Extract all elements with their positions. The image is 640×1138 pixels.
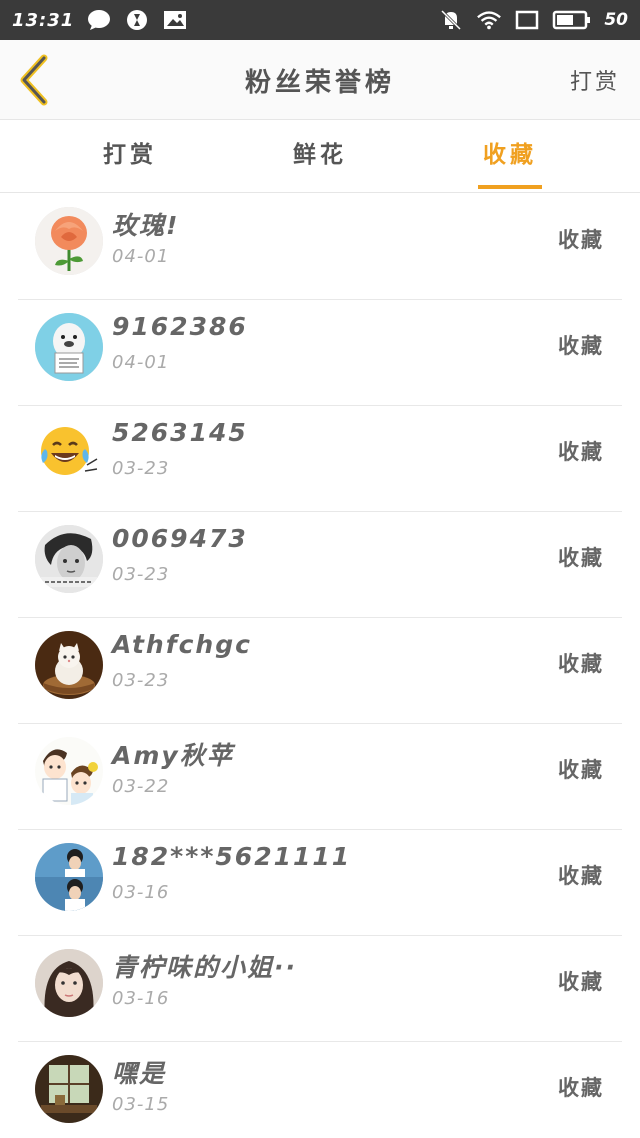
window-icon <box>514 8 540 32</box>
status-bar-right: 50 <box>438 8 628 32</box>
favorite-date: 03-23 <box>112 458 170 479</box>
favorite-date: 03-22 <box>112 776 170 797</box>
avatar[interactable] <box>35 1055 103 1123</box>
status-bar: 13:31 50 <box>0 0 640 40</box>
tab-reward[interactable]: 打赏 <box>75 121 185 193</box>
favorite-date: 03-16 <box>112 882 170 903</box>
page-title: 粉丝荣誉榜 <box>244 68 395 98</box>
header-bar: 粉丝荣誉榜 打赏 <box>0 40 640 120</box>
status-time: 13:31 <box>12 9 75 31</box>
favorite-date: 03-16 <box>112 988 170 1009</box>
tab-favorites[interactable]: 收藏 <box>455 121 565 193</box>
girl-avatar-icon <box>35 949 103 1017</box>
kitten-avatar-icon <box>35 631 103 699</box>
user-name: 5263145 <box>112 418 248 447</box>
list-item[interactable]: 5263145 03-23 收藏 <box>18 406 622 512</box>
camera-shutter-icon <box>124 8 150 32</box>
user-name: 0069473 <box>112 524 248 553</box>
tab-underline <box>478 185 542 189</box>
person-bw-avatar-icon <box>35 525 103 593</box>
list-item[interactable]: 嘿是 03-15 收藏 <box>18 1042 622 1138</box>
avatar[interactable] <box>35 313 103 381</box>
status-bar-left: 13:31 <box>12 8 188 32</box>
user-name: 9162386 <box>112 312 248 341</box>
list-item[interactable]: Amy秋苹 03-22 收藏 <box>18 724 622 830</box>
wifi-icon <box>476 8 502 32</box>
favorite-label: 收藏 <box>558 864 604 888</box>
favorite-label: 收藏 <box>558 334 604 358</box>
favorite-date: 03-23 <box>112 564 170 585</box>
tab-label: 鲜花 <box>293 142 347 168</box>
cartoon-couple-avatar-icon <box>35 737 103 805</box>
rose-avatar-icon <box>35 207 103 275</box>
favorite-label: 收藏 <box>558 758 604 782</box>
avatar[interactable] <box>35 419 103 487</box>
window-scene-avatar-icon <box>35 1055 103 1123</box>
favorite-date: 04-01 <box>112 352 170 373</box>
user-name: 青柠味的小姐·· <box>112 953 297 982</box>
list-item[interactable]: Athfchgc 03-23 收藏 <box>18 618 622 724</box>
user-name: 182***5621111 <box>112 842 352 871</box>
battery-level: 50 <box>604 10 628 30</box>
avatar[interactable] <box>35 737 103 805</box>
list-item[interactable]: 青柠味的小姐·· 03-16 收藏 <box>18 936 622 1042</box>
header-reward-button[interactable]: 打赏 <box>570 64 620 96</box>
favorite-date: 03-23 <box>112 670 170 691</box>
avatar[interactable] <box>35 949 103 1017</box>
favorite-label: 收藏 <box>558 440 604 464</box>
laughing-emoji-avatar-icon <box>35 419 103 487</box>
favorite-label: 收藏 <box>558 652 604 676</box>
mute-bell-icon <box>438 8 464 32</box>
user-name: 玫瑰! <box>112 211 180 240</box>
list-item[interactable]: 182***5621111 03-16 收藏 <box>18 830 622 936</box>
list-item[interactable]: 0069473 03-23 收藏 <box>18 512 622 618</box>
favorite-date: 03-15 <box>112 1094 170 1115</box>
image-notification-icon <box>162 8 188 32</box>
chat-bubble-icon <box>86 8 112 32</box>
avatar[interactable] <box>35 525 103 593</box>
favorite-label: 收藏 <box>558 1076 604 1100</box>
seal-avatar-icon <box>35 313 103 381</box>
avatar[interactable] <box>35 843 103 911</box>
tab-label: 收藏 <box>483 142 537 168</box>
battery-icon <box>552 8 592 32</box>
tab-flowers[interactable]: 鲜花 <box>265 121 375 193</box>
user-name: 嘿是 <box>112 1059 167 1088</box>
two-boys-avatar-icon <box>35 843 103 911</box>
list-item[interactable]: 9162386 04-01 收藏 <box>18 300 622 406</box>
user-name: Amy秋苹 <box>112 741 234 770</box>
avatar[interactable] <box>35 207 103 275</box>
user-name: Athfchgc <box>112 630 252 659</box>
tab-bar: 打赏 鲜花 收藏 <box>0 121 640 193</box>
favorite-date: 04-01 <box>112 246 170 267</box>
favorite-label: 收藏 <box>558 228 604 252</box>
favorite-label: 收藏 <box>558 970 604 994</box>
tab-label: 打赏 <box>103 142 157 168</box>
favorite-label: 收藏 <box>558 546 604 570</box>
list-item[interactable]: 玫瑰! 04-01 收藏 <box>18 194 622 300</box>
avatar[interactable] <box>35 631 103 699</box>
